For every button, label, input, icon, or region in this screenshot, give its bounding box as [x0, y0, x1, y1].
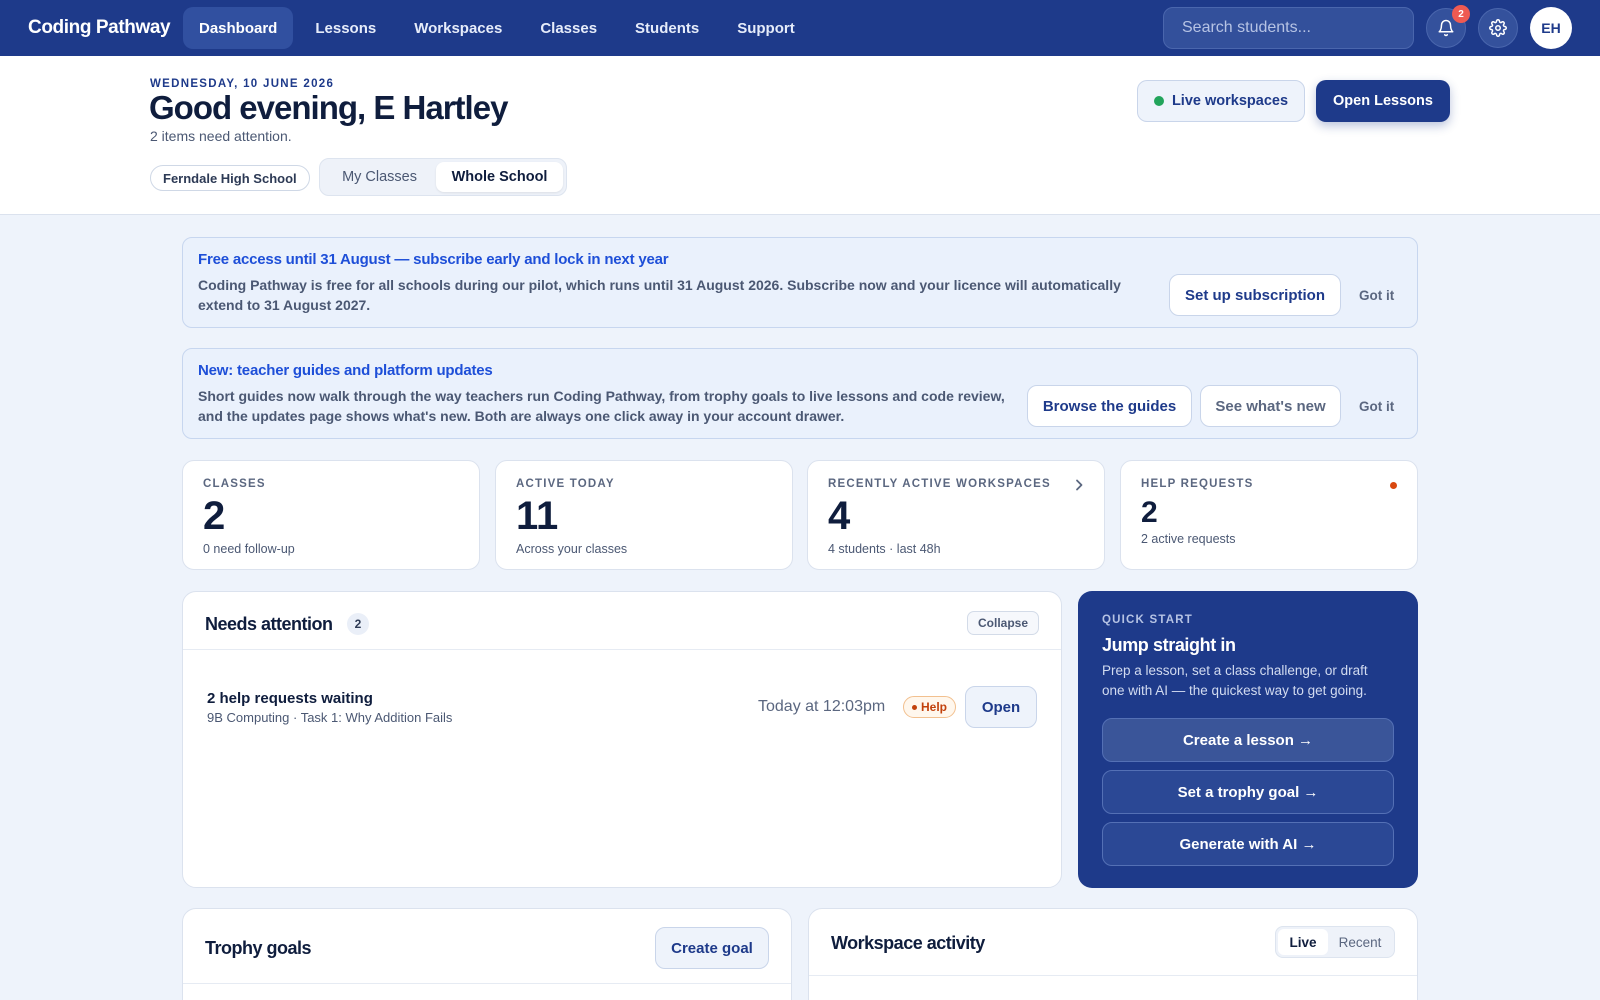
- page-header: WEDNESDAY, 10 JUNE 2026 Good evening, E …: [0, 56, 1600, 215]
- settings-button[interactable]: [1478, 8, 1518, 48]
- create-goal-button[interactable]: Create goal: [655, 927, 769, 969]
- attention-item-title: 2 help requests waiting: [207, 690, 373, 707]
- stat-card-help-requests[interactable]: HELP REQUESTS 2 2 active requests: [1120, 460, 1418, 570]
- search-input[interactable]: Search students...: [1163, 7, 1414, 49]
- nav-support[interactable]: Support: [721, 7, 811, 49]
- guides-banner: New: teacher guides and platform updates…: [182, 348, 1418, 439]
- needs-attention-panel: Needs attention 2 Collapse 2 help reques…: [182, 591, 1062, 888]
- trophy-goals-panel: Trophy goals Create goal: [182, 908, 792, 1000]
- stat-sub: 0 need follow-up: [203, 542, 295, 556]
- chevron-right-icon: [1076, 479, 1083, 491]
- bell-icon: [1438, 19, 1454, 37]
- scope-toggle: My Classes Whole School: [319, 158, 567, 196]
- top-nav: Coding Pathway Dashboard Lessons Workspa…: [0, 0, 1600, 56]
- quick-start-text: Prep a lesson, set a class challenge, or…: [1102, 663, 1368, 698]
- alert-dot: [1390, 482, 1397, 489]
- stat-card-active-today[interactable]: ACTIVE TODAY 11 Across your classes: [495, 460, 793, 570]
- nav-links: Dashboard Lessons Workspaces Classes Stu…: [183, 7, 817, 49]
- live-workspaces-label: Live workspaces: [1171, 93, 1289, 109]
- divider: [809, 975, 1417, 976]
- help-tag-dot: [912, 704, 917, 710]
- stat-value: 4: [828, 494, 851, 538]
- set-up-subscription-button[interactable]: Set up subscription: [1169, 274, 1341, 316]
- scope-whole-school[interactable]: Whole School: [436, 162, 563, 192]
- set-trophy-goal-button[interactable]: Set a trophy goal →: [1102, 770, 1394, 814]
- help-tag: Help: [903, 696, 957, 718]
- dismiss-button[interactable]: Got it: [1359, 288, 1394, 303]
- quick-start-title: Jump straight in: [1102, 635, 1236, 655]
- divider: [183, 983, 791, 984]
- user-avatar[interactable]: EH: [1530, 7, 1572, 49]
- stat-value: 11: [516, 494, 559, 538]
- stat-card-classes[interactable]: CLASSES 2 0 need follow-up: [182, 460, 480, 570]
- tab-live[interactable]: Live: [1278, 929, 1328, 955]
- quick-start-eyebrow: QUICK START: [1102, 614, 1193, 626]
- school-chip[interactable]: Ferndale High School: [150, 165, 310, 191]
- dismiss-button[interactable]: Got it: [1359, 399, 1394, 414]
- banner-title: Free access until 31 August — subscribe …: [198, 251, 669, 268]
- panel-title: Needs attention: [205, 614, 333, 634]
- notifications-button[interactable]: 2: [1426, 5, 1470, 48]
- open-request-button[interactable]: Open: [965, 686, 1037, 728]
- attention-count: 2: [347, 613, 369, 635]
- open-lessons-button[interactable]: Open Lessons: [1316, 80, 1450, 122]
- page-subtitle: 2 items need attention.: [150, 128, 292, 144]
- nav-students[interactable]: Students: [619, 7, 715, 49]
- nav-lessons[interactable]: Lessons: [299, 7, 392, 49]
- stat-label: HELP REQUESTS: [1141, 478, 1254, 490]
- workspace-activity-panel: Workspace activity Live Recent: [808, 908, 1418, 1000]
- subscription-banner: Free access until 31 August — subscribe …: [182, 237, 1418, 328]
- collapse-button[interactable]: Collapse: [967, 611, 1040, 635]
- live-workspaces-button[interactable]: Live workspaces: [1137, 80, 1305, 122]
- notification-badge: 2: [1452, 5, 1470, 23]
- tab-recent[interactable]: Recent: [1328, 929, 1392, 955]
- attention-item-meta: 9B Computing · Task 1: Why Addition Fail…: [207, 710, 453, 725]
- help-tag-label: Help: [921, 700, 948, 714]
- stat-sub: 4 students · last 48h: [828, 542, 941, 556]
- app-logo[interactable]: Coding Pathway: [28, 17, 171, 39]
- stat-sub: 2 active requests: [1141, 532, 1236, 546]
- scope-my-classes[interactable]: My Classes: [323, 162, 436, 192]
- stat-label: CLASSES: [203, 478, 266, 490]
- nav-classes[interactable]: Classes: [524, 7, 613, 49]
- panel-title: Workspace activity: [831, 933, 985, 953]
- stat-label: ACTIVE TODAY: [516, 478, 615, 490]
- stat-card-workspaces[interactable]: RECENTLY ACTIVE WORKSPACES 4 4 students …: [807, 460, 1105, 570]
- stat-value: 2: [1141, 496, 1158, 529]
- banner-text: Coding Pathway is free for all schools d…: [198, 277, 1121, 313]
- activity-tabs: Live Recent: [1275, 926, 1395, 958]
- page-title: Good evening, E Hartley: [149, 89, 508, 126]
- divider: [183, 649, 1061, 650]
- stat-label: RECENTLY ACTIVE WORKSPACES: [828, 478, 1051, 490]
- see-whats-new-button[interactable]: See what's new: [1200, 385, 1341, 427]
- stat-value: 2: [203, 494, 226, 538]
- live-status-dot: [1153, 96, 1164, 106]
- quick-start-panel: QUICK START Jump straight in Prep a less…: [1078, 591, 1418, 888]
- create-lesson-button[interactable]: Create a lesson →: [1102, 718, 1394, 762]
- banner-text: Short guides now walk through the way te…: [198, 388, 1005, 424]
- panel-title: Trophy goals: [205, 938, 312, 958]
- stat-sub: Across your classes: [516, 542, 628, 556]
- browse-guides-button[interactable]: Browse the guides: [1027, 385, 1192, 427]
- banner-title: New: teacher guides and platform updates: [198, 362, 493, 379]
- nav-workspaces[interactable]: Workspaces: [398, 7, 518, 49]
- search-placeholder: Search students...: [1182, 19, 1311, 36]
- nav-dashboard[interactable]: Dashboard: [183, 7, 294, 49]
- attention-item-time: Today at 12:03pm: [758, 698, 886, 715]
- generate-with-ai-button[interactable]: Generate with AI →: [1102, 822, 1394, 866]
- gear-icon: [1489, 19, 1507, 37]
